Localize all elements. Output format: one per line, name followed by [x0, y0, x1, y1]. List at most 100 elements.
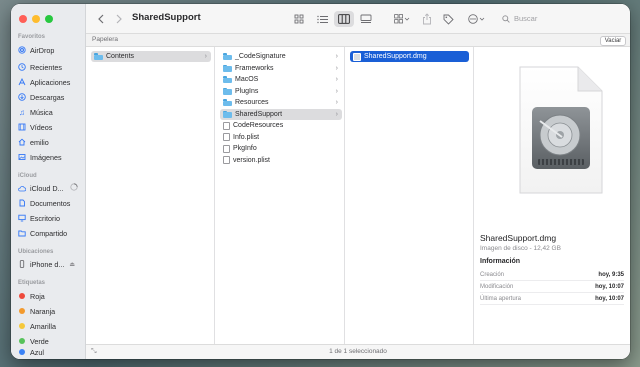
preview-row-key: Última apertura — [480, 295, 522, 302]
document-icon — [18, 199, 26, 207]
sidebar-item-label: Documentos — [30, 198, 71, 208]
sidebar-item-imagenes[interactable]: Imágenes — [18, 151, 84, 163]
window-title: SharedSupport — [132, 12, 201, 23]
column-item-version-plist[interactable]: version.plist — [220, 155, 342, 166]
icon-view-button[interactable] — [291, 12, 307, 26]
folder-icon — [223, 110, 232, 118]
column-item-frameworks[interactable]: Frameworks › — [220, 63, 342, 74]
column-item-pkginfo[interactable]: PkgInfo — [220, 143, 342, 154]
chevron-right-icon: › — [204, 53, 207, 60]
sidebar-item-label: iCloud D... — [30, 183, 64, 193]
sidebar-item-recientes[interactable]: Recientes — [18, 61, 84, 73]
selection-status: 1 de 1 seleccionado — [329, 348, 387, 355]
gallery-view-button[interactable] — [358, 12, 374, 26]
sidebar-item-documentos[interactable]: Documentos — [18, 197, 84, 209]
sidebar-item-label: Descargas — [30, 92, 65, 102]
film-icon — [18, 123, 26, 131]
column-item-macos[interactable]: MacOS › — [220, 74, 342, 85]
item-label: SharedSupport — [235, 110, 283, 118]
item-label: Resources — [235, 99, 269, 106]
file-icon — [223, 133, 230, 141]
shared-folder-icon — [18, 229, 26, 237]
list-icon — [316, 15, 328, 23]
sidebar-tag-azul[interactable]: Azul — [18, 346, 84, 358]
photo-icon — [18, 153, 26, 161]
sidebar-item-label: Aplicaciones — [30, 77, 71, 87]
sidebar-item-compartido[interactable]: Compartido — [18, 227, 84, 239]
finder-window: Favoritos AirDrop Recientes Aplicaciones… — [11, 4, 630, 359]
item-label: Frameworks — [235, 64, 274, 72]
sidebar-item-musica[interactable]: ♫ Música — [18, 106, 84, 118]
sidebar-section-favoritos: Favoritos — [18, 34, 46, 40]
search-field[interactable]: Buscar — [502, 11, 610, 26]
eject-icon[interactable]: ⏏ — [69, 261, 75, 268]
column-item-resources[interactable]: Resources › — [220, 97, 342, 108]
column-item-plugins[interactable]: PlugIns › — [220, 86, 342, 97]
download-icon — [18, 93, 26, 101]
browser-column-2: _CodeSignature › Frameworks › MacOS › Pl… — [215, 47, 345, 344]
toolbar: SharedSupport Buscar — [86, 4, 630, 34]
sidebar-item-descargas[interactable]: Descargas — [18, 91, 84, 103]
item-label: Contents — [106, 53, 135, 60]
column-view-button[interactable] — [334, 11, 354, 27]
item-label: CodeResources — [233, 122, 284, 129]
sidebar-item-iphone[interactable]: iPhone d... ⏏ — [18, 258, 84, 270]
search-icon — [502, 14, 510, 23]
preview-row-value: hoy, 10:07 — [595, 283, 624, 290]
preview-row-created: Creación hoy, 9:35 — [480, 269, 624, 281]
minimize-button[interactable] — [32, 15, 40, 23]
collapse-toggle-icon[interactable]: ⤡ — [91, 345, 97, 359]
list-view-button[interactable] — [314, 12, 330, 26]
zoom-button[interactable] — [45, 15, 53, 23]
sidebar-item-icloud-drive[interactable]: iCloud D... — [18, 182, 84, 194]
empty-trash-button[interactable]: Vaciar — [600, 35, 626, 46]
column-item-contents[interactable]: Contents › — [91, 51, 211, 62]
action-menu-button[interactable] — [467, 12, 487, 26]
tag-button[interactable] — [441, 12, 455, 26]
sidebar-item-escritorio[interactable]: Escritorio — [18, 212, 84, 224]
preview-row-value: hoy, 9:35 — [598, 271, 624, 278]
disk-image-preview-icon — [514, 65, 606, 197]
folder-icon — [223, 99, 232, 106]
back-button[interactable] — [94, 12, 108, 26]
folder-icon — [223, 87, 232, 95]
sidebar-tag-naranja[interactable]: Naranja — [18, 305, 84, 317]
column-item-sharedsupport[interactable]: SharedSupport › — [220, 108, 342, 120]
sidebar-item-label: AirDrop — [30, 45, 55, 55]
chevron-right-icon: › — [335, 76, 338, 83]
disk-image-icon — [353, 52, 361, 61]
share-button[interactable] — [420, 11, 434, 27]
sidebar-item-label: Naranja — [30, 306, 56, 316]
sidebar-item-emilio[interactable]: emilio — [18, 136, 84, 148]
sidebar-item-label: Recientes — [30, 62, 62, 72]
sidebar: Favoritos AirDrop Recientes Aplicaciones… — [11, 4, 86, 359]
sync-progress-icon — [69, 183, 78, 193]
sidebar-item-label: iPhone d... — [30, 259, 65, 269]
cloud-icon — [18, 184, 26, 192]
tag-blue-dot — [19, 349, 25, 355]
sidebar-item-airdrop[interactable]: AirDrop — [18, 44, 84, 56]
close-button[interactable] — [19, 15, 27, 23]
column-item-sharedsupport-dmg[interactable]: SharedSupport.dmg — [350, 51, 469, 62]
chevron-right-icon: › — [335, 64, 338, 72]
column-item-coderesources[interactable]: CodeResources — [220, 120, 342, 131]
folder-icon — [223, 64, 232, 72]
sidebar-item-videos[interactable]: Vídeos — [18, 121, 84, 133]
group-button[interactable] — [392, 12, 412, 26]
sidebar-tag-amarilla[interactable]: Amarilla — [18, 320, 84, 332]
preview-row-last-opened: Última apertura hoy, 10:07 — [480, 293, 624, 305]
sidebar-tag-roja[interactable]: Roja — [18, 290, 84, 302]
column-item-info-plist[interactable]: Info.plist — [220, 132, 342, 143]
share-icon — [423, 13, 431, 25]
item-label: PlugIns — [235, 87, 259, 95]
more-options-icon — [468, 14, 485, 24]
sidebar-item-label: Roja — [30, 291, 45, 301]
location-bar: Papelera Vaciar — [86, 34, 630, 47]
sidebar-item-label: Imágenes — [30, 152, 62, 162]
sidebar-item-aplicaciones[interactable]: Aplicaciones — [18, 76, 84, 88]
apps-icon — [18, 78, 26, 86]
forward-button[interactable] — [112, 12, 126, 26]
column-item-codesignature[interactable]: _CodeSignature › — [220, 51, 342, 62]
chevron-left-icon — [98, 14, 104, 24]
sidebar-item-label: Azul — [30, 347, 44, 357]
